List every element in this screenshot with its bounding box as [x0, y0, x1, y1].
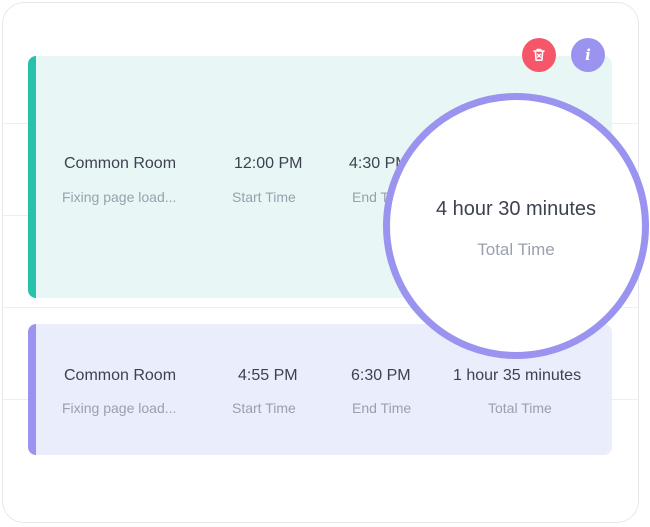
- start-time-value: 12:00 PM: [234, 155, 303, 172]
- delete-button[interactable]: [522, 38, 556, 72]
- card-accent-bar: [28, 324, 36, 455]
- info-button[interactable]: i: [571, 38, 605, 72]
- end-time-value: 6:30 PM: [351, 367, 411, 384]
- room-name: Common Room: [64, 155, 177, 172]
- total-time-value: 1 hour 35 minutes: [453, 367, 582, 384]
- start-time-label: Start Time: [232, 400, 296, 416]
- magnified-total-time-value: 4 hour 30 minutes: [435, 198, 597, 220]
- start-time-value: 4:55 PM: [238, 367, 298, 384]
- entry-description: Fixing page load...: [62, 189, 177, 205]
- trash-icon: [533, 48, 545, 61]
- card-accent-bar: [28, 56, 36, 298]
- start-time-label: Start Time: [232, 189, 296, 205]
- room-name: Common Room: [64, 367, 177, 384]
- magnified-total-time-label: Total Time: [477, 240, 555, 259]
- total-time-label: Total Time: [488, 400, 552, 416]
- end-time-label: End Time: [352, 400, 412, 416]
- total-time-magnifier: 4 hour 30 minutes Total Time: [383, 93, 649, 359]
- info-icon: i: [585, 46, 591, 64]
- entry-description: Fixing page load...: [62, 400, 177, 416]
